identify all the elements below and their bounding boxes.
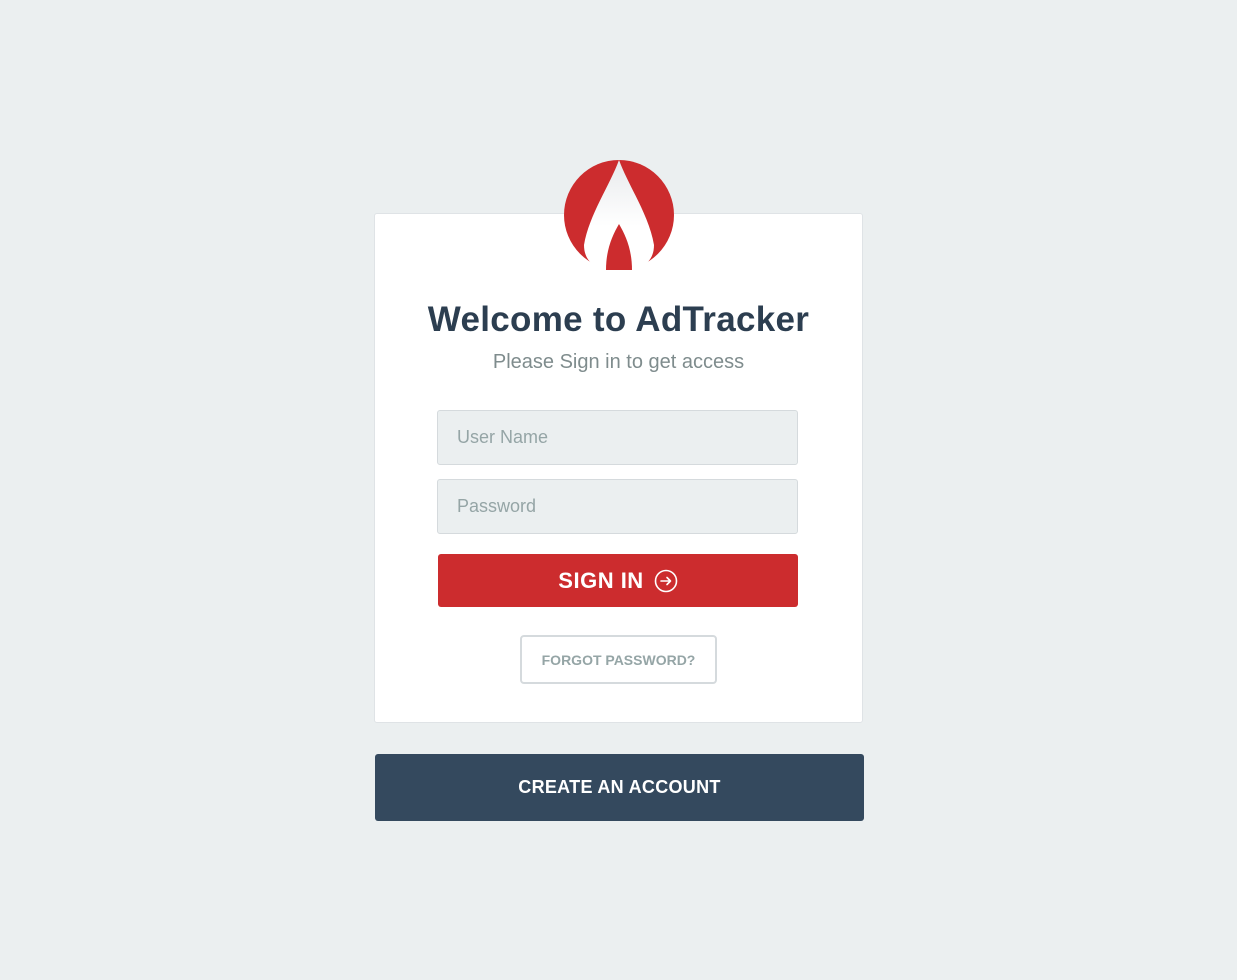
sign-in-button[interactable]: SIGN IN <box>438 554 798 607</box>
username-input[interactable] <box>437 410 798 465</box>
create-account-button[interactable]: CREATE AN ACCOUNT <box>375 754 864 821</box>
page-subtitle: Please Sign in to get access <box>492 351 745 373</box>
forgot-password-button[interactable]: FORGOT PASSWORD? <box>520 635 717 684</box>
page-title: Welcome to AdTracker <box>427 300 810 339</box>
create-account-label: CREATE AN ACCOUNT <box>518 777 721 797</box>
arrow-right-circle-icon <box>654 569 678 592</box>
forgot-password-label: FORGOT PASSWORD? <box>541 651 696 668</box>
flame-logo-icon <box>564 160 674 270</box>
password-input[interactable] <box>437 479 798 534</box>
sign-in-label: SIGN IN <box>558 567 644 593</box>
